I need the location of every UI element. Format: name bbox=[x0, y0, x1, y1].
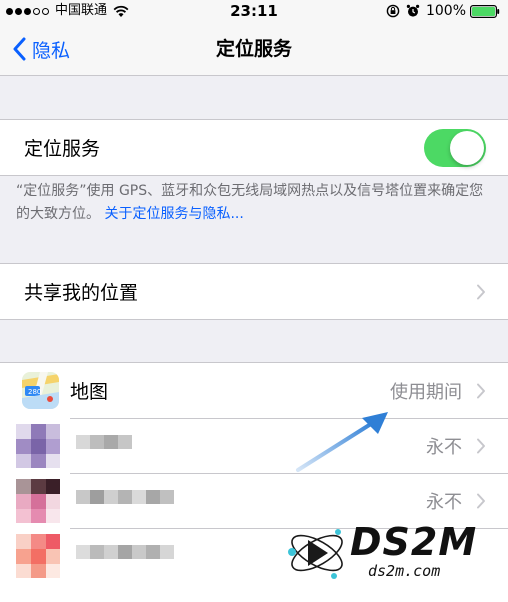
chevron-right-icon bbox=[477, 284, 485, 299]
privacy-info-link[interactable]: 关于定位服务与隐私... bbox=[104, 206, 243, 222]
toggle-knob bbox=[450, 130, 484, 165]
location-services-row: 定位服务 bbox=[0, 120, 508, 175]
location-services-toggle[interactable] bbox=[424, 128, 486, 167]
app-row[interactable]: 永不 bbox=[0, 418, 508, 473]
app-name-blurred bbox=[76, 432, 132, 460]
ds2m-logo-icon bbox=[288, 529, 343, 579]
share-location-label: 共享我的位置 bbox=[24, 282, 139, 304]
chevron-right-icon bbox=[477, 438, 485, 453]
description-text: “定位服务”使用 GPS、蓝牙和众包无线局域网热点以及信号塔位置来确定您的大致方… bbox=[16, 183, 484, 222]
share-location-row[interactable]: 共享我的位置 bbox=[0, 264, 508, 319]
status-right: 100% bbox=[380, 0, 500, 22]
status-bar: 中国联通 23:11 100% bbox=[0, 0, 508, 22]
app-icon-blurred bbox=[16, 479, 60, 523]
app-icon-blurred bbox=[16, 424, 60, 468]
chevron-right-icon bbox=[477, 383, 485, 398]
svg-text:280: 280 bbox=[28, 388, 41, 396]
watermark-url: ds2m.com bbox=[368, 562, 441, 580]
app-name: 地图 bbox=[70, 381, 109, 403]
app-name-blurred bbox=[76, 487, 174, 515]
alarm-clock-icon bbox=[406, 4, 420, 17]
ds2m-watermark: DS2M ds2m.com bbox=[284, 520, 504, 588]
rotation-lock-icon bbox=[386, 4, 400, 18]
chevron-right-icon bbox=[477, 493, 485, 508]
permission-value: 永不 bbox=[426, 436, 462, 458]
battery-percentage: 100% bbox=[425, 3, 466, 19]
share-location-group: 共享我的位置 bbox=[0, 263, 508, 320]
page-title: 定位服务 bbox=[215, 38, 292, 60]
watermark-logo-text: DS2M bbox=[350, 520, 478, 564]
permission-value: 使用期间 bbox=[390, 381, 462, 403]
permission-value: 永不 bbox=[426, 491, 462, 513]
location-services-group: 定位服务 bbox=[0, 119, 508, 176]
app-name-blurred bbox=[76, 542, 174, 570]
battery-icon bbox=[470, 4, 500, 18]
annotation-arrow-icon bbox=[296, 412, 388, 472]
navigation-bar: 隐私 定位服务 bbox=[0, 22, 508, 76]
location-services-description: “定位服务”使用 GPS、蓝牙和众包无线局域网热点以及信号塔位置来确定您的大致方… bbox=[16, 180, 496, 226]
app-icon-blurred bbox=[16, 534, 60, 578]
app-row-maps[interactable]: 280 地图 使用期间 bbox=[0, 363, 508, 418]
location-services-label: 定位服务 bbox=[24, 138, 101, 160]
maps-app-icon: 280 bbox=[22, 372, 59, 409]
